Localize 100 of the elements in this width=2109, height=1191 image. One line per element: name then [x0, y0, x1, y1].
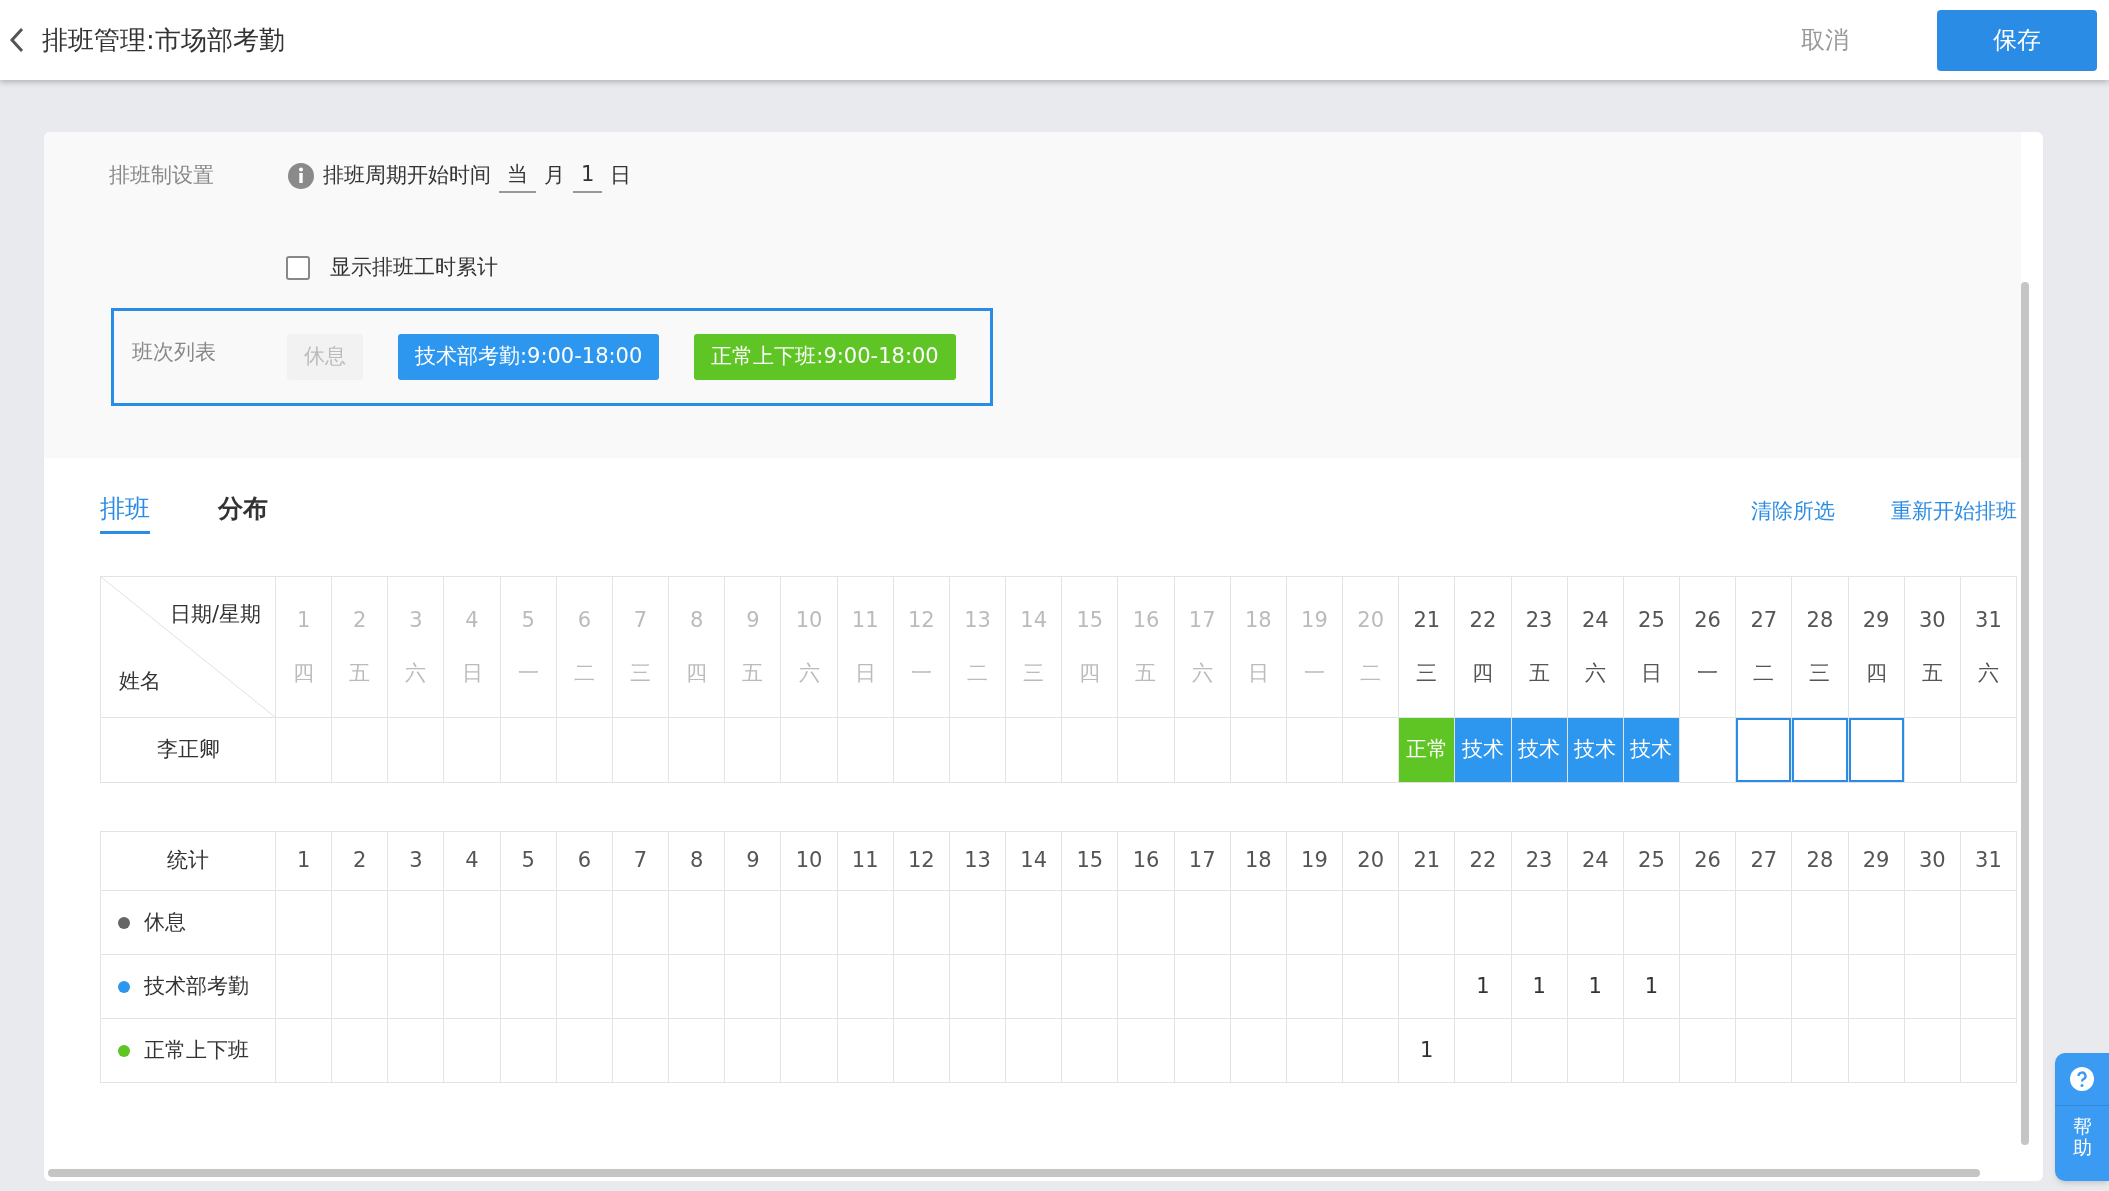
- schedule-cell[interactable]: [949, 718, 1006, 782]
- schedule-cell[interactable]: [1680, 718, 1736, 782]
- date-number: 29: [1862, 606, 1890, 634]
- vertical-scrollbar[interactable]: [2021, 282, 2029, 1145]
- stats-day-cell: 14: [1006, 832, 1062, 890]
- back-icon[interactable]: [8, 27, 26, 53]
- schedule-cell[interactable]: [1848, 718, 1904, 782]
- count-cell: [893, 955, 949, 1018]
- tab[interactable]: 分布: [218, 489, 268, 535]
- cancel-button[interactable]: 取消: [1801, 22, 1849, 58]
- schedule-cell[interactable]: [444, 718, 500, 782]
- count-cell: [669, 955, 725, 1018]
- schedule-cell[interactable]: [1960, 718, 2016, 782]
- schedule-cell[interactable]: [1118, 718, 1174, 782]
- schedule-cell[interactable]: 技术: [1455, 718, 1511, 782]
- schedule-cell[interactable]: [1174, 718, 1230, 782]
- action-link[interactable]: 重新开始排班: [1891, 496, 2017, 528]
- stats-day-cell: 31: [1960, 832, 2016, 890]
- schedule-cell[interactable]: [332, 718, 388, 782]
- date-number: 17: [1188, 606, 1216, 634]
- schedule-cell[interactable]: [725, 718, 781, 782]
- save-button[interactable]: 保存: [1937, 9, 2097, 71]
- month-field[interactable]: 当: [499, 159, 536, 193]
- stats-day-cell: 10: [781, 832, 837, 890]
- help-icon: [2070, 1067, 2094, 1091]
- count-cell: [332, 955, 388, 1018]
- schedule-cell[interactable]: [276, 718, 332, 782]
- count-cell: [837, 1019, 893, 1082]
- schedule-cell[interactable]: [893, 718, 949, 782]
- date-number: 12: [907, 606, 935, 634]
- weekday: 二: [573, 660, 595, 687]
- weekday: 一: [1697, 660, 1719, 687]
- weekday: 六: [405, 660, 427, 687]
- date-number: 4: [465, 606, 479, 634]
- stats-day-cell: 20: [1343, 832, 1399, 890]
- schedule-cell[interactable]: [388, 718, 444, 782]
- schedule-cell[interactable]: [837, 718, 893, 782]
- stats-day-cell: 2: [332, 832, 388, 890]
- tab[interactable]: 排班: [100, 489, 150, 535]
- count-cell: [1511, 1019, 1567, 1082]
- weekday: 一: [1303, 660, 1325, 687]
- count-cell: [1567, 891, 1623, 954]
- date-number: 10: [795, 606, 823, 634]
- stats-day-cell: 3: [388, 832, 444, 890]
- month-unit: 月: [544, 162, 565, 190]
- stats-day-cell: 21: [1399, 832, 1455, 890]
- schedule-cell[interactable]: 技术: [1623, 718, 1680, 782]
- weekday: 一: [517, 660, 539, 687]
- stats-day-cell: 9: [725, 832, 781, 890]
- stats-header-cell: 统计: [101, 832, 275, 890]
- stats-day-cell: 7: [612, 832, 669, 890]
- schedule-cell[interactable]: [1230, 718, 1286, 782]
- count-cell: [893, 891, 949, 954]
- count-cell: [1286, 955, 1343, 1018]
- date-number: 21: [1413, 606, 1441, 634]
- schedule-cell[interactable]: [1792, 718, 1848, 782]
- shift-button[interactable]: 正常上下班:9:00-18:00: [694, 334, 956, 380]
- action-link[interactable]: 清除所选: [1751, 496, 1835, 528]
- date-number: 1: [296, 606, 311, 634]
- weekday: 日: [1247, 660, 1269, 687]
- schedule-cell[interactable]: [612, 718, 669, 782]
- schedule-cell[interactable]: [1062, 718, 1118, 782]
- count-cell: [556, 1019, 612, 1082]
- stats-day-cell: 19: [1286, 832, 1343, 890]
- schedule-cell[interactable]: 正常: [1399, 718, 1455, 782]
- date-number: 11: [851, 606, 879, 634]
- schedule-cell[interactable]: [500, 718, 556, 782]
- schedule-cell[interactable]: [781, 718, 837, 782]
- count-cell: [1118, 891, 1174, 954]
- day-field[interactable]: 1: [573, 159, 603, 193]
- info-icon: [287, 162, 315, 190]
- shift-button[interactable]: 技术部考勤:9:00-18:00: [398, 334, 660, 380]
- date-number: 22: [1469, 606, 1497, 634]
- count-cell: [1455, 1019, 1511, 1082]
- checkbox[interactable]: [286, 256, 310, 280]
- schedule-cell[interactable]: [556, 718, 612, 782]
- weekday: 三: [630, 660, 652, 687]
- schedule-cell[interactable]: [1006, 718, 1062, 782]
- help-button[interactable]: 帮助: [2055, 1053, 2109, 1181]
- horizontal-scrollbar[interactable]: [48, 1169, 1980, 1177]
- count-cell: [1623, 1019, 1680, 1082]
- stats-day-cell: 23: [1511, 832, 1567, 890]
- stats-day-cell: 25: [1623, 832, 1680, 890]
- schedule-cell[interactable]: [669, 718, 725, 782]
- count-cell: [1399, 891, 1455, 954]
- date-number: 30: [1918, 606, 1946, 634]
- schedule-cell[interactable]: [1736, 718, 1792, 782]
- stats-day-cell: 11: [837, 832, 893, 890]
- schedule-cell[interactable]: [1286, 718, 1343, 782]
- schedule-cell[interactable]: [1904, 718, 1960, 782]
- day-unit: 日: [610, 162, 632, 190]
- count-cell: [1736, 955, 1792, 1018]
- date-number: 25: [1638, 606, 1665, 634]
- schedule-cell[interactable]: [1343, 718, 1399, 782]
- count-cell: [1006, 891, 1062, 954]
- weekday: 五: [742, 660, 764, 687]
- checkbox-label: 显示排班工时累计: [330, 254, 498, 282]
- weekday: 日: [1640, 660, 1662, 687]
- schedule-cell[interactable]: 技术: [1511, 718, 1567, 782]
- schedule-cell[interactable]: 技术: [1567, 718, 1623, 782]
